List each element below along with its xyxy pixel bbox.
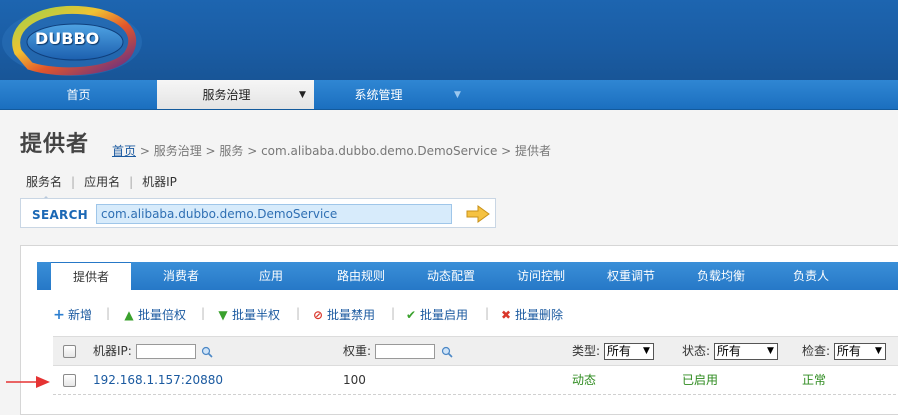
table-header: 机器IP: 权重: 类型: 所有 ▼ 状态: 所有 ▼ 检查: 所有 ▼ <box>53 336 898 366</box>
search-box: SEARCH <box>20 198 496 228</box>
search-tab-app-name[interactable]: 应用名 <box>84 175 120 189</box>
separator: | <box>485 306 490 320</box>
main-nav: 首页 服务治理 ▼ 系统管理 ▼ <box>0 80 898 110</box>
weight-filter-input[interactable] <box>374 344 435 359</box>
tab-bar: 提供者 消费者 应用 路由规则 动态配置 访问控制 权重调节 负载均衡 负责人 <box>37 262 898 290</box>
batch-delete-button[interactable]: ✖ 批量删除 <box>500 306 563 323</box>
weight-filter: 权重: <box>343 337 453 365</box>
type-select-value: 所有 <box>606 344 631 358</box>
ban-icon: ⊘ <box>312 308 324 322</box>
check-column-header: 检查: <box>802 344 831 358</box>
provider-status: 已启用 <box>682 373 719 387</box>
ip-column-header: 机器IP: <box>93 344 132 358</box>
nav-item-label: 服务治理 <box>202 88 251 102</box>
batch-half-weight-label: 批量半权 <box>232 308 281 322</box>
check-icon: ✔ <box>405 308 417 322</box>
separator: | <box>71 175 76 189</box>
batch-delete-label: 批量删除 <box>515 308 564 322</box>
nav-item-service-governance[interactable]: 服务治理 ▼ <box>157 80 314 109</box>
caret-down-icon: ▼ <box>454 90 461 100</box>
status-column-header: 状态: <box>682 344 711 358</box>
caret-down-icon: ▼ <box>874 346 882 356</box>
arrow-right-icon[interactable] <box>466 205 490 223</box>
batch-enable-button[interactable]: ✔ 批量启用 <box>405 306 468 323</box>
batch-disable-label: 批量禁用 <box>327 308 376 322</box>
tab-owners[interactable]: 负责人 <box>771 262 851 290</box>
nav-item-label: 首页 <box>66 88 91 102</box>
status-select-value: 所有 <box>716 344 741 358</box>
check-filter: 检查: 所有 ▼ <box>802 337 886 365</box>
status-select[interactable]: 所有 ▼ <box>713 343 778 360</box>
check-select[interactable]: 所有 ▼ <box>833 343 886 360</box>
batch-double-weight-button[interactable]: ▲ 批量倍权 <box>123 306 186 323</box>
type-column-header: 类型: <box>572 344 601 358</box>
separator: | <box>129 175 134 189</box>
red-arrow-pointer-icon <box>6 376 50 388</box>
weight-column-header: 权重: <box>343 344 372 358</box>
type-filter: 类型: 所有 ▼ <box>572 337 654 365</box>
search-tab-service-name[interactable]: 服务名 <box>26 175 62 189</box>
batch-double-weight-label: 批量倍权 <box>138 308 187 322</box>
ip-filter: 机器IP: <box>93 337 214 365</box>
separator: | <box>201 306 206 320</box>
caret-down-icon: ▼ <box>642 346 650 356</box>
logo-text: DUBBO <box>35 29 100 48</box>
app-header: DUBBO <box>0 0 898 80</box>
row-checkbox[interactable] <box>63 374 76 387</box>
table-row: 192.168.1.157:20880 100 动态 已启用 正常 <box>53 366 898 395</box>
page-title: 提供者 <box>20 132 90 157</box>
breadcrumb-home-link[interactable]: 首页 <box>112 144 136 158</box>
tab-applications[interactable]: 应用 <box>231 262 311 290</box>
search-icon[interactable] <box>441 346 453 358</box>
provider-check: 正常 <box>802 373 827 387</box>
arrow-down-icon: ▼ <box>218 308 228 322</box>
nav-item-system-management[interactable]: 系统管理 ▼ <box>314 80 471 109</box>
provider-type: 动态 <box>572 373 597 387</box>
add-button[interactable]: + 新增 <box>53 306 92 323</box>
batch-disable-button[interactable]: ⊘ 批量禁用 <box>312 306 375 323</box>
nav-item-label: 系统管理 <box>354 88 403 102</box>
batch-enable-label: 批量启用 <box>420 308 469 322</box>
search-tab-machine-ip[interactable]: 机器IP <box>142 175 177 189</box>
status-filter: 状态: 所有 ▼ <box>682 337 778 365</box>
ip-filter-input[interactable] <box>135 344 196 359</box>
type-select[interactable]: 所有 ▼ <box>603 343 654 360</box>
plus-icon: + <box>53 307 65 323</box>
search-icon[interactable] <box>201 346 214 358</box>
tab-weights[interactable]: 权重调节 <box>591 262 671 290</box>
search-label: SEARCH <box>32 208 89 222</box>
tab-consumers[interactable]: 消费者 <box>141 262 221 290</box>
arrow-up-icon: ▲ <box>124 308 134 322</box>
batch-half-weight-button[interactable]: ▼ 批量半权 <box>217 306 280 323</box>
separator: | <box>296 306 301 320</box>
tab-dynamic-config[interactable]: 动态配置 <box>411 262 491 290</box>
tab-providers[interactable]: 提供者 <box>51 262 131 290</box>
tab-load-balance[interactable]: 负载均衡 <box>681 262 761 290</box>
add-button-label: 新增 <box>68 308 93 322</box>
search-input[interactable] <box>96 204 452 224</box>
tab-routes[interactable]: 路由规则 <box>321 262 401 290</box>
content-panel: 提供者 消费者 应用 路由规则 动态配置 访问控制 权重调节 负载均衡 负责人 … <box>20 245 898 415</box>
nav-item-home[interactable]: 首页 <box>0 80 157 109</box>
breadcrumb: 首页 > 服务治理 > 服务 > com.alibaba.dubbo.demo.… <box>112 142 551 159</box>
provider-weight: 100 <box>343 373 366 387</box>
check-select-value: 所有 <box>836 344 861 358</box>
cross-icon: ✖ <box>500 308 512 322</box>
select-all-checkbox[interactable] <box>63 345 76 358</box>
provider-ip-link[interactable]: 192.168.1.157:20880 <box>93 366 223 394</box>
breadcrumb-path: > 服务治理 > 服务 > com.alibaba.dubbo.demo.Dem… <box>136 144 552 158</box>
caret-down-icon: ▼ <box>766 346 774 356</box>
separator: | <box>391 306 396 320</box>
tab-access-control[interactable]: 访问控制 <box>501 262 581 290</box>
search-type-tabs: 服务名 | 应用名 | 机器IP <box>26 173 177 190</box>
caret-down-icon: ▼ <box>299 90 306 100</box>
separator: | <box>106 306 111 320</box>
